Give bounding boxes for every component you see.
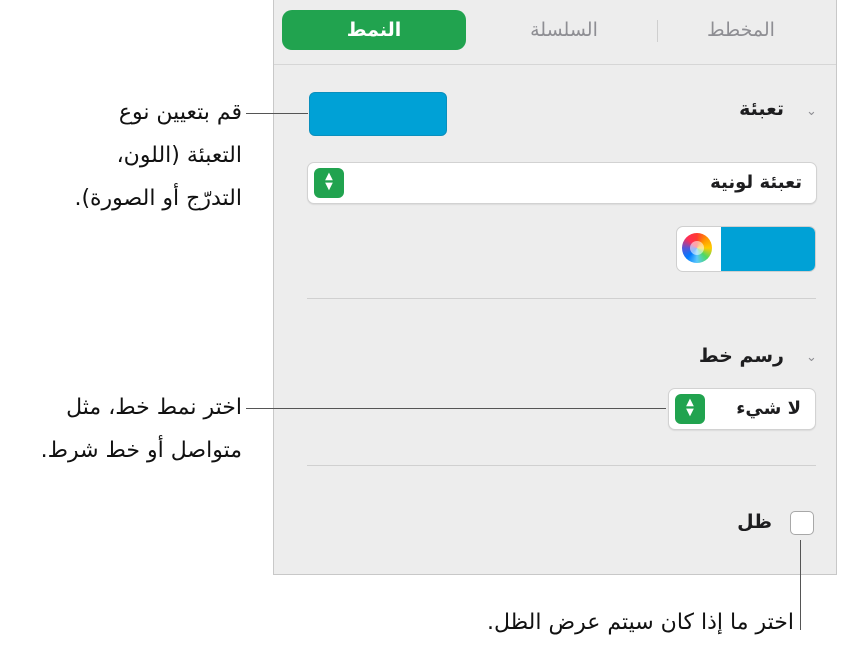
stroke-section-title: رسم خط (698, 345, 784, 367)
fill-disclosure-chevron-down-icon[interactable]: ⌄ (806, 104, 817, 119)
shadow-checkbox[interactable] (790, 511, 814, 535)
stroke-style-up-down-chevron-icon: ▲ ▼ (675, 394, 705, 424)
fill-callout-line-2: التعبئة (اللون، (116, 143, 242, 168)
stroke-callout-leader-line (246, 408, 666, 409)
fill-callout-line-3: التدرّج أو الصورة). (74, 186, 242, 211)
inspector-tab-bar: المخطط السلسلة النمط (274, 0, 836, 65)
shadow-callout-leader-line (800, 540, 801, 630)
fill-color-well-swatch[interactable] (721, 227, 815, 271)
shadow-callout: اختر ما إذا كان سيتم عرض الظل. (486, 610, 794, 635)
color-wheel-icon[interactable] (682, 233, 712, 263)
section-divider (307, 298, 816, 299)
fill-callout-line-1: قم بتعيين نوع (118, 100, 242, 125)
stroke-callout-line-2: متواصل أو خط شرط. (40, 438, 242, 463)
section-divider (307, 465, 816, 466)
stroke-disclosure-chevron-down-icon[interactable]: ⌄ (806, 350, 817, 365)
tab-separator (657, 20, 658, 42)
stroke-callout-line-1: اختر نمط خط، مثل (66, 395, 242, 420)
fill-color-well[interactable] (676, 226, 816, 272)
tab-arrange[interactable]: المخطط (658, 10, 824, 50)
stroke-style-popup[interactable]: ▲ ▼ لا شيء (668, 388, 816, 430)
tab-series[interactable]: السلسلة (479, 10, 649, 50)
fill-callout-leader-line (246, 113, 308, 114)
fill-color-swatch[interactable] (309, 92, 447, 136)
shadow-label: ظل (737, 511, 772, 533)
stroke-style-value: لا شيء (736, 398, 801, 419)
fill-type-value: تعبئة لونية (710, 172, 802, 193)
fill-type-up-down-chevron-icon: ▲ ▼ (314, 168, 344, 198)
tab-style[interactable]: النمط (282, 10, 466, 50)
fill-type-popup[interactable]: ▲ ▼ تعبئة لونية (307, 162, 817, 204)
fill-section-title: تعبئة (739, 98, 784, 120)
format-inspector-panel: المخطط السلسلة النمط ⌄ تعبئة ▲ ▼ تعبئة لو… (273, 0, 837, 575)
